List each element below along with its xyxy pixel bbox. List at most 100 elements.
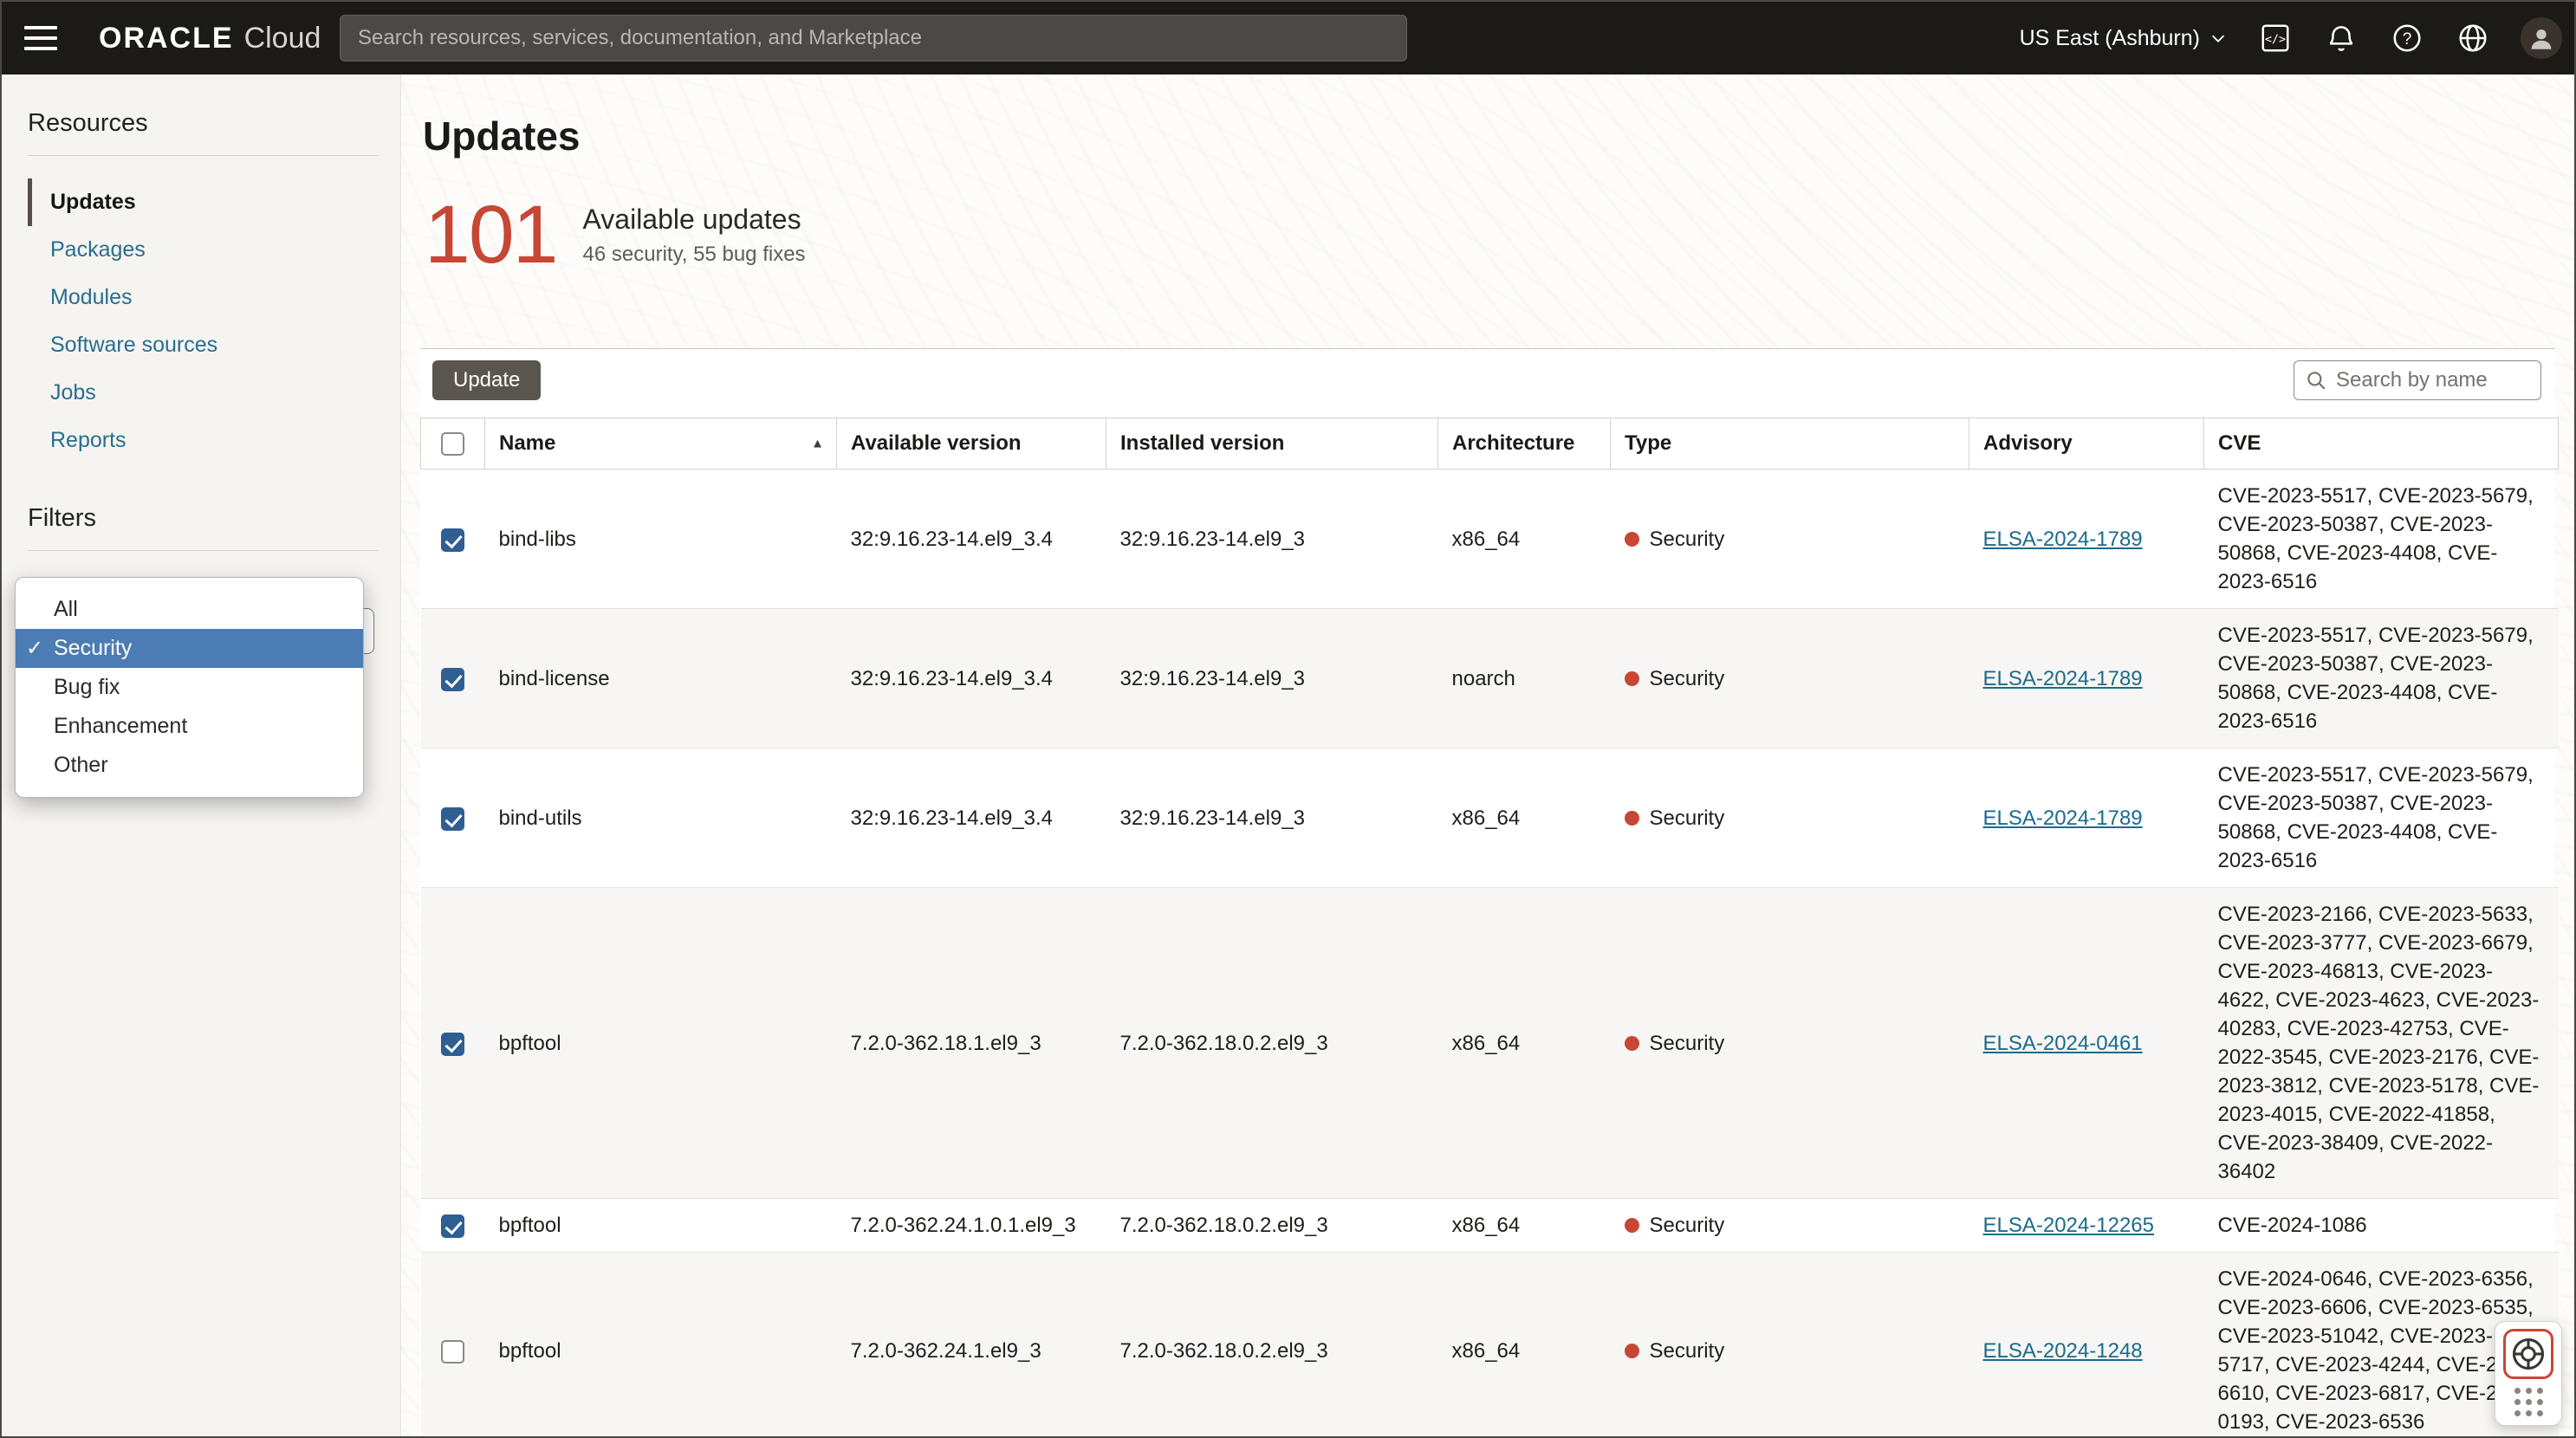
- cell-advisory: ELSA-2024-1248: [1969, 1253, 2204, 1437]
- advisory-link[interactable]: ELSA-2024-1789: [1983, 806, 2143, 830]
- cell-available-version: 32:9.16.23-14.el9_3.4: [837, 470, 1106, 609]
- cell-installed-version: 32:9.16.23-14.el9_3: [1106, 609, 1438, 748]
- cell-available-version: 7.2.0-362.24.1.0.1.el9_3: [837, 1199, 1106, 1253]
- security-dot-icon: [1625, 1036, 1639, 1051]
- cell-name: bpftool: [485, 1253, 837, 1437]
- table-row[interactable]: bind-libs 32:9.16.23-14.el9_3.4 32:9.16.…: [421, 470, 2559, 609]
- column-header-installed-version[interactable]: Installed version: [1106, 418, 1438, 470]
- column-header-available-version[interactable]: Available version: [837, 418, 1106, 470]
- security-dot-icon: [1625, 532, 1639, 547]
- row-checkbox[interactable]: [441, 807, 464, 831]
- advisory-link[interactable]: ELSA-2024-1789: [1983, 667, 2143, 690]
- search-by-name-input[interactable]: [2336, 368, 2530, 392]
- cell-type: Security: [1611, 470, 1969, 609]
- table-row[interactable]: bind-license 32:9.16.23-14.el9_3.4 32:9.…: [421, 609, 2559, 748]
- main-content: Updates 101 Available updates 46 securit…: [401, 74, 2574, 1436]
- sidebar-item-software-sources[interactable]: Software sources: [28, 321, 400, 369]
- assistant-buoy-icon[interactable]: [2503, 1329, 2553, 1379]
- assistant-widget: [2495, 1321, 2562, 1426]
- global-search-input[interactable]: [340, 15, 1407, 62]
- notifications-bell-icon[interactable]: [2323, 20, 2359, 56]
- column-header-architecture[interactable]: Architecture: [1438, 418, 1611, 470]
- filter-option-enhancement[interactable]: Enhancement: [16, 707, 363, 746]
- topbar: ORACLE Cloud US East (Ashburn) </> ?: [2, 2, 2574, 74]
- region-label: US East (Ashburn): [2020, 26, 2200, 51]
- filter-option-security[interactable]: ✓Security: [16, 629, 363, 668]
- name-search-box: [2294, 360, 2541, 400]
- cell-available-version: 7.2.0-362.24.1.el9_3: [837, 1253, 1106, 1437]
- divider: [28, 550, 379, 551]
- cell-installed-version: 7.2.0-362.18.0.2.el9_3: [1106, 888, 1438, 1199]
- hamburger-menu-icon[interactable]: [24, 21, 64, 55]
- svg-text:?: ?: [2403, 30, 2412, 49]
- oracle-cloud-logo[interactable]: ORACLE Cloud: [99, 22, 321, 55]
- page-title: Updates: [423, 113, 2574, 159]
- type-filter-menu: All✓SecurityBug fixEnhancementOther: [15, 577, 364, 798]
- sort-ascending-icon[interactable]: ▲: [811, 437, 824, 451]
- help-icon[interactable]: ?: [2389, 20, 2425, 56]
- advisory-link[interactable]: ELSA-2024-0461: [1983, 1032, 2143, 1055]
- advisory-link[interactable]: ELSA-2024-1248: [1983, 1339, 2143, 1363]
- divider: [28, 155, 379, 156]
- updates-table: Name▲ Available version Installed versio…: [420, 418, 2559, 1436]
- sidebar-item-reports[interactable]: Reports: [28, 417, 400, 464]
- cell-name: bpftool: [485, 1199, 837, 1253]
- table-row[interactable]: bind-utils 32:9.16.23-14.el9_3.4 32:9.16…: [421, 748, 2559, 888]
- cell-name: bind-utils: [485, 748, 837, 888]
- region-selector[interactable]: US East (Ashburn): [2020, 26, 2228, 51]
- advisory-link[interactable]: ELSA-2024-12265: [1983, 1214, 2154, 1237]
- sidebar-item-packages[interactable]: Packages: [28, 226, 400, 274]
- sidebar-item-updates[interactable]: Updates: [28, 178, 400, 226]
- select-all-checkbox[interactable]: [441, 432, 464, 456]
- filter-option-all[interactable]: All: [16, 590, 363, 629]
- available-updates-count: 101: [425, 196, 557, 274]
- search-icon: [2305, 369, 2327, 392]
- security-dot-icon: [1625, 671, 1639, 686]
- row-checkbox[interactable]: [441, 528, 464, 552]
- available-updates-detail: 46 security, 55 bug fixes: [583, 243, 806, 267]
- cell-architecture: x86_64: [1438, 748, 1611, 888]
- resources-title: Resources: [28, 109, 400, 138]
- cell-name: bind-license: [485, 609, 837, 748]
- row-checkbox[interactable]: [441, 1033, 464, 1056]
- sidebar-item-jobs[interactable]: Jobs: [28, 369, 400, 417]
- language-globe-icon[interactable]: [2455, 20, 2491, 56]
- updates-table-body: bind-libs 32:9.16.23-14.el9_3.4 32:9.16.…: [421, 470, 2559, 1437]
- table-toolbar: Update: [420, 349, 2554, 418]
- column-header-name[interactable]: Name▲: [485, 418, 837, 470]
- table-row[interactable]: bpftool 7.2.0-362.24.1.el9_3 7.2.0-362.1…: [421, 1253, 2559, 1437]
- filters-title: Filters: [28, 504, 400, 533]
- row-checkbox[interactable]: [441, 1340, 464, 1364]
- cell-advisory: ELSA-2024-1789: [1969, 609, 2204, 748]
- column-header-type[interactable]: Type: [1611, 418, 1969, 470]
- column-header-advisory[interactable]: Advisory: [1969, 418, 2204, 470]
- sidebar-item-modules[interactable]: Modules: [28, 274, 400, 321]
- column-header-cve[interactable]: CVE: [2204, 418, 2559, 470]
- cell-architecture: x86_64: [1438, 1199, 1611, 1253]
- filter-option-bug-fix[interactable]: Bug fix: [16, 668, 363, 707]
- filter-option-other[interactable]: Other: [16, 746, 363, 785]
- checkmark-icon: ✓: [16, 636, 54, 661]
- table-row[interactable]: bpftool 7.2.0-362.24.1.0.1.el9_3 7.2.0-3…: [421, 1199, 2559, 1253]
- cell-advisory: ELSA-2024-0461: [1969, 888, 2204, 1199]
- cell-installed-version: 7.2.0-362.18.0.2.el9_3: [1106, 1253, 1438, 1437]
- cell-type: Security: [1611, 609, 1969, 748]
- devtools-icon[interactable]: </>: [2257, 20, 2294, 56]
- row-checkbox[interactable]: [441, 1215, 464, 1238]
- table-row[interactable]: bpftool 7.2.0-362.18.1.el9_3 7.2.0-362.1…: [421, 888, 2559, 1199]
- drag-handle-dots[interactable]: [2514, 1388, 2543, 1416]
- brand-cloud: Cloud: [244, 22, 321, 55]
- cell-name: bind-libs: [485, 470, 837, 609]
- updates-table-section: Update Name▲ Available version Installed…: [420, 348, 2554, 1436]
- user-avatar[interactable]: [2521, 17, 2562, 59]
- topbar-right: US East (Ashburn) </> ?: [2020, 17, 2562, 59]
- cell-name: bpftool: [485, 888, 837, 1199]
- cell-advisory: ELSA-2024-12265: [1969, 1199, 2204, 1253]
- cell-architecture: noarch: [1438, 609, 1611, 748]
- oracle-cloud-console: ORACLE Cloud US East (Ashburn) </> ?: [0, 0, 2576, 1438]
- cell-cve: CVE-2024-1086: [2204, 1199, 2559, 1253]
- row-checkbox[interactable]: [441, 668, 464, 691]
- advisory-link[interactable]: ELSA-2024-1789: [1983, 528, 2143, 551]
- update-button[interactable]: Update: [432, 360, 541, 400]
- cell-cve: CVE-2023-5517, CVE-2023-5679, CVE-2023-5…: [2204, 609, 2559, 748]
